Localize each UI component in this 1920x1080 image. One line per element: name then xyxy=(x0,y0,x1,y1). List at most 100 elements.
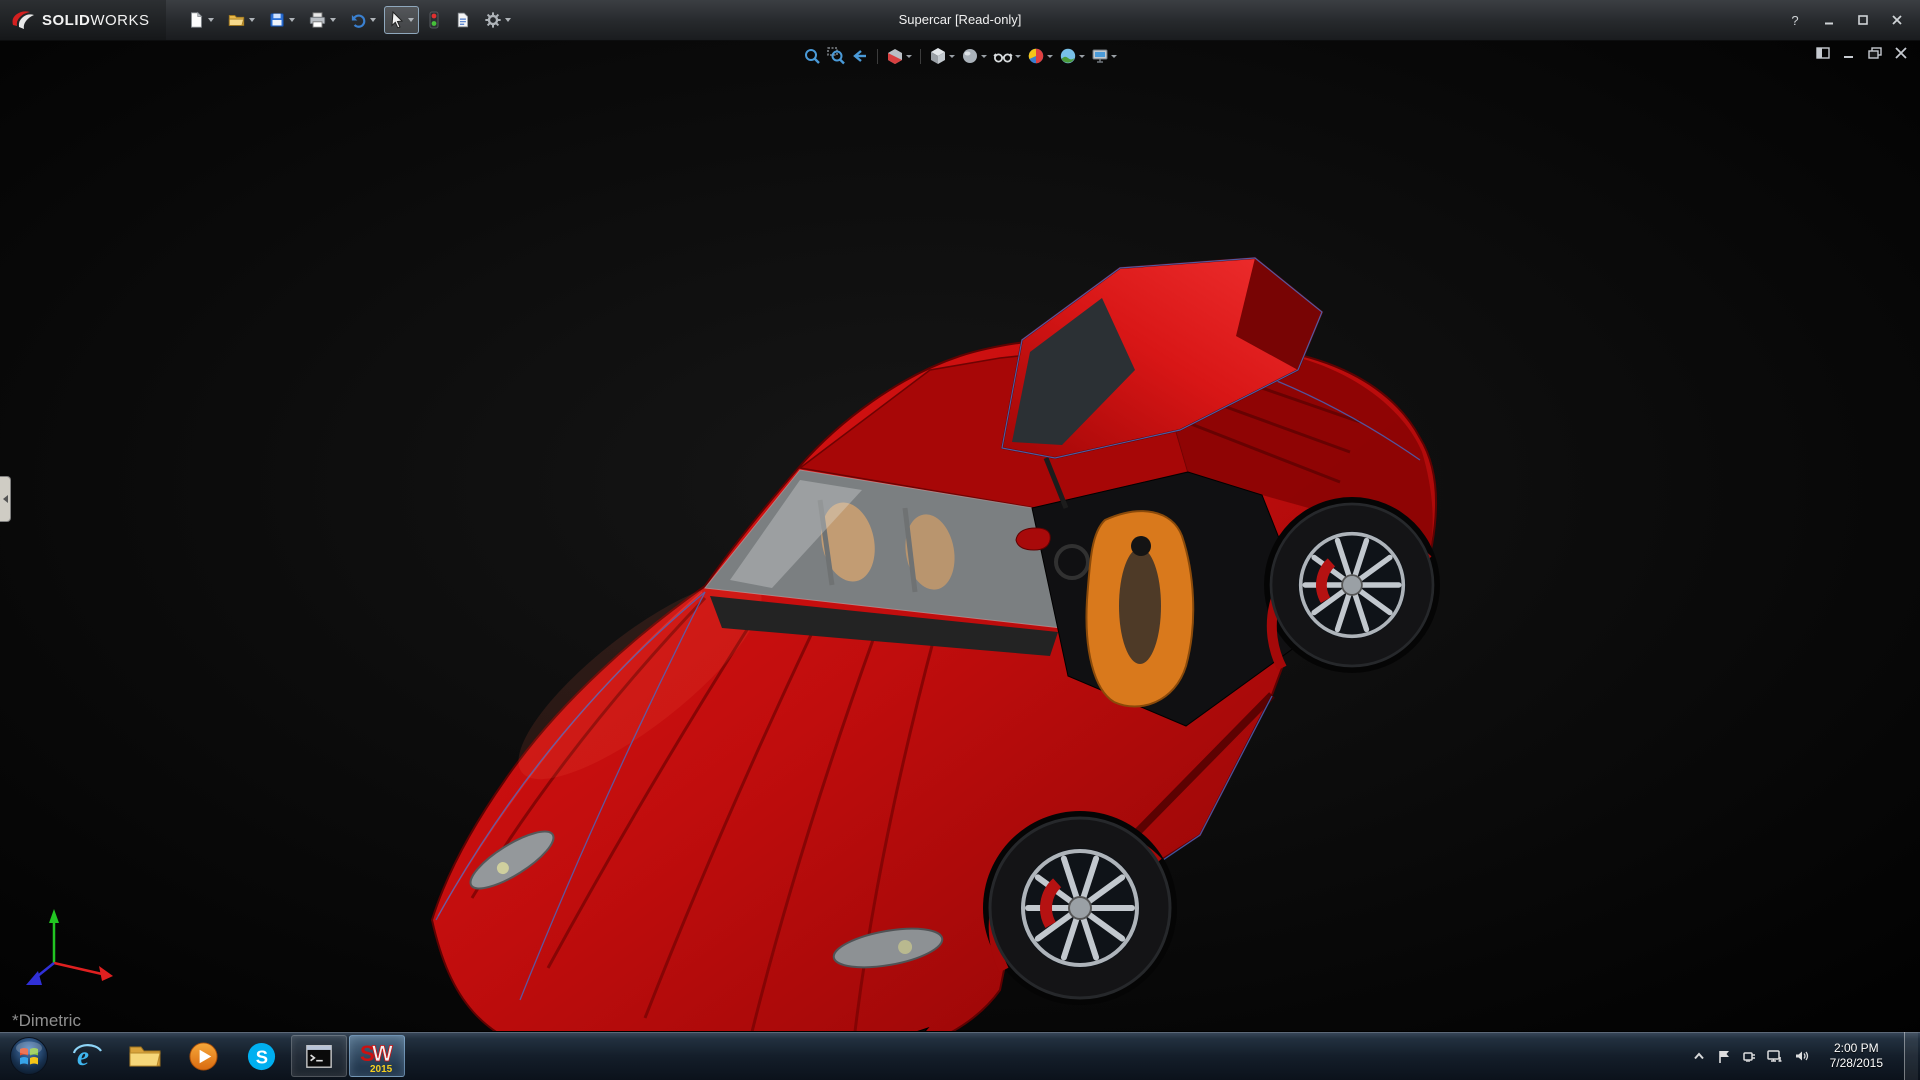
options-button[interactable] xyxy=(479,6,516,34)
view-orientation-label: *Dimetric xyxy=(12,1011,81,1031)
side-mirror[interactable] xyxy=(1016,528,1050,550)
taskbar-item-solidworks-2015[interactable]: S W 2015 xyxy=(349,1035,405,1077)
internet-explorer-icon: e xyxy=(71,1040,103,1072)
zoom-to-fit-icon xyxy=(803,47,821,65)
volume-icon[interactable] xyxy=(1794,1049,1809,1063)
chevron-down-icon[interactable] xyxy=(330,18,336,22)
svg-text:S: S xyxy=(255,1046,267,1067)
media-player-icon xyxy=(188,1041,219,1072)
section-view-button[interactable] xyxy=(884,46,914,66)
chevron-down-icon[interactable] xyxy=(289,18,295,22)
show-hidden-icons-button[interactable] xyxy=(1692,1050,1706,1062)
model-scene[interactable] xyxy=(0,40,1920,1032)
show-desktop-button[interactable] xyxy=(1904,1032,1918,1080)
save-button[interactable] xyxy=(263,6,300,34)
start-button[interactable] xyxy=(0,1032,58,1080)
undo-button[interactable] xyxy=(344,6,381,34)
chevron-down-icon[interactable] xyxy=(906,55,912,58)
open-folder-icon xyxy=(227,11,246,29)
taskbar-item-skype[interactable]: S xyxy=(233,1035,289,1077)
taskbar-item-media-player[interactable] xyxy=(175,1035,231,1077)
view-settings-button[interactable] xyxy=(1089,46,1119,66)
maximize-button[interactable] xyxy=(1854,11,1872,29)
reference-triad xyxy=(16,901,126,1006)
select-tool-button[interactable] xyxy=(384,6,419,34)
zoom-to-area-button[interactable] xyxy=(825,46,847,66)
chevron-down-icon[interactable] xyxy=(408,18,414,22)
apply-scene-button[interactable] xyxy=(1057,46,1087,66)
folder-icon xyxy=(128,1042,162,1070)
command-prompt-icon xyxy=(304,1042,334,1070)
hide-show-items-button[interactable] xyxy=(991,46,1023,66)
file-properties-icon xyxy=(454,11,471,29)
chevron-down-icon[interactable] xyxy=(370,18,376,22)
previous-view-icon xyxy=(851,47,869,65)
document-window-controls xyxy=(1816,47,1908,59)
chevron-down-icon[interactable] xyxy=(1015,55,1021,58)
hide-show-eyeglasses-icon xyxy=(993,47,1013,65)
doc-restore-button[interactable] xyxy=(1868,47,1882,59)
split-pane-button[interactable] xyxy=(1816,47,1830,59)
action-center-flag-icon[interactable] xyxy=(1717,1049,1731,1064)
titlebar: SOLIDWORKS xyxy=(0,0,1920,41)
viewport-3d[interactable]: *Dimetric xyxy=(0,40,1920,1032)
minimize-button[interactable] xyxy=(1820,11,1838,29)
solidworks-2015-icon: S W 2015 xyxy=(359,1038,395,1074)
front-wheel[interactable] xyxy=(990,818,1170,998)
network-icon[interactable] xyxy=(1767,1049,1783,1063)
rear-wheel[interactable] xyxy=(1271,504,1433,666)
zoom-to-fit-button[interactable] xyxy=(801,46,823,66)
solidworks-logo-icon xyxy=(10,9,36,31)
doc-close-button[interactable] xyxy=(1894,47,1908,59)
new-document-button[interactable] xyxy=(182,6,219,34)
view-settings-icon xyxy=(1091,47,1109,65)
close-button[interactable] xyxy=(1888,11,1906,29)
collapse-arrow-icon xyxy=(3,495,8,503)
view-orientation-button[interactable] xyxy=(927,46,957,66)
rebuild-button[interactable] xyxy=(422,6,446,34)
doc-minimize-button[interactable] xyxy=(1842,47,1856,59)
solidworks-logo: SOLIDWORKS xyxy=(0,0,166,40)
clock-date: 7/28/2015 xyxy=(1830,1056,1883,1071)
seat-harness-hole xyxy=(1131,536,1151,556)
headsup-view-toolbar xyxy=(801,46,1119,66)
toolbar-separator xyxy=(920,49,921,64)
windows-taskbar: e S xyxy=(0,1031,1920,1080)
chevron-down-icon[interactable] xyxy=(981,55,987,58)
solidworks-logo-text: SOLIDWORKS xyxy=(42,12,150,29)
triad-y-axis xyxy=(49,909,59,963)
section-view-icon xyxy=(886,47,904,65)
print-button[interactable] xyxy=(303,6,341,34)
display-style-button[interactable] xyxy=(959,46,989,66)
file-properties-button[interactable] xyxy=(449,6,476,34)
chevron-down-icon[interactable] xyxy=(249,18,255,22)
feature-panel-collapse-tab[interactable] xyxy=(0,476,11,522)
window-title: Supercar [Read-only] xyxy=(899,0,1022,40)
options-gear-icon xyxy=(484,11,502,29)
chevron-down-icon[interactable] xyxy=(208,18,214,22)
hardware-icon[interactable] xyxy=(1742,1049,1756,1063)
open-button[interactable] xyxy=(222,6,260,34)
svg-text:W: W xyxy=(372,1041,393,1066)
chevron-down-icon[interactable] xyxy=(1047,55,1053,58)
clock-time: 2:00 PM xyxy=(1830,1041,1883,1056)
chevron-down-icon[interactable] xyxy=(1111,55,1117,58)
taskbar-item-internet-explorer[interactable]: e xyxy=(59,1035,115,1077)
help-button[interactable]: ? xyxy=(1786,11,1804,29)
taskbar-item-windows-explorer[interactable] xyxy=(117,1035,173,1077)
triad-z-axis xyxy=(26,963,54,985)
chevron-down-icon[interactable] xyxy=(1079,55,1085,58)
new-document-icon xyxy=(187,11,205,29)
rebuild-traffic-icon xyxy=(427,11,441,29)
edit-appearance-button[interactable] xyxy=(1025,46,1055,66)
taskbar-items: e S xyxy=(58,1032,406,1080)
svg-text:2015: 2015 xyxy=(370,1064,393,1074)
chevron-down-icon[interactable] xyxy=(949,55,955,58)
taskbar-item-command-prompt[interactable] xyxy=(291,1035,347,1077)
previous-view-button[interactable] xyxy=(849,46,871,66)
taskbar-clock[interactable]: 2:00 PM 7/28/2015 xyxy=(1820,1041,1893,1071)
toolbar-separator xyxy=(877,49,878,64)
zoom-to-area-icon xyxy=(827,47,845,65)
chevron-down-icon[interactable] xyxy=(505,18,511,22)
undo-arrow-icon xyxy=(349,11,367,29)
